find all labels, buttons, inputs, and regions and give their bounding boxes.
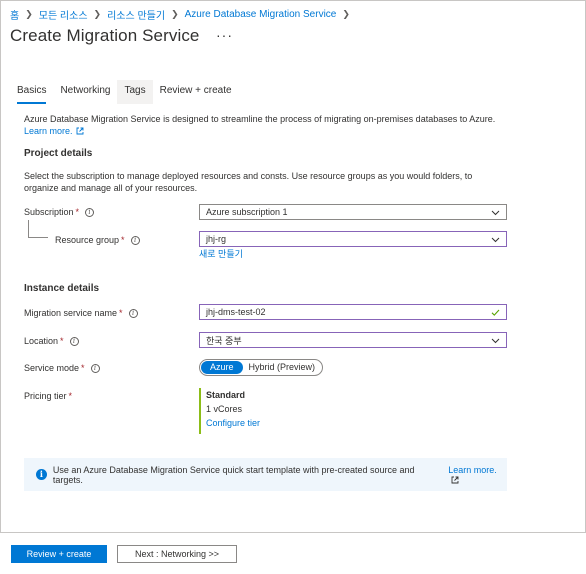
configure-tier-link[interactable]: Configure tier <box>206 416 260 430</box>
subscription-label: Subscription * i <box>24 207 95 217</box>
chevron-right-icon: ❯ <box>25 8 33 19</box>
external-link-icon <box>76 127 83 135</box>
chevron-right-icon: ❯ <box>342 8 350 19</box>
info-icon[interactable]: i <box>90 363 100 373</box>
tab-basics[interactable]: Basics <box>10 80 53 104</box>
subscription-label-text: Subscription <box>24 207 74 217</box>
required-mark: * <box>68 391 73 401</box>
intro-text: Azure Database Migration Service is desi… <box>24 113 514 137</box>
required-mark: * <box>60 336 64 346</box>
service-mode-hybrid[interactable]: Hybrid (Preview) <box>243 361 322 374</box>
location-label: Location * i <box>24 336 79 346</box>
intro-learn-more-label: Learn more. <box>24 126 73 136</box>
external-link-icon <box>451 476 459 483</box>
intro-learn-more-link[interactable]: Learn more. <box>24 126 84 136</box>
tab-networking[interactable]: Networking <box>53 80 117 104</box>
required-mark: * <box>119 308 123 318</box>
tab-tags[interactable]: Tags <box>117 80 153 104</box>
project-details-heading: Project details <box>24 148 93 159</box>
service-mode-label-text: Service mode <box>24 363 80 373</box>
info-icon[interactable]: i <box>128 308 138 318</box>
resource-group-dropdown[interactable]: jhj-rg <box>199 231 507 247</box>
project-details-description: Select the subscription to manage deploy… <box>24 171 473 193</box>
location-dropdown[interactable]: 한국 중부 <box>199 332 507 348</box>
tab-review-create[interactable]: Review + create <box>153 80 239 104</box>
required-mark: * <box>121 235 125 245</box>
pricing-tier-label-text: Pricing tier <box>24 391 67 401</box>
subscription-value: Azure subscription 1 <box>206 207 288 217</box>
chevron-down-icon <box>491 338 500 343</box>
breadcrumb-create-resource[interactable]: 리소스 만들기 <box>107 7 165 22</box>
banner-learn-more-label: Learn more. <box>448 464 497 475</box>
service-mode-azure[interactable]: Azure <box>201 361 243 374</box>
tree-connector <box>28 220 48 238</box>
breadcrumb-dms[interactable]: Azure Database Migration Service <box>185 9 337 20</box>
info-icon[interactable]: i <box>69 336 79 346</box>
pricing-tier-cores: 1 vCores <box>206 404 243 414</box>
resource-group-value: jhj-rg <box>206 234 227 244</box>
service-name-input[interactable]: jhj-dms-test-02 <box>199 304 507 320</box>
service-mode-label: Service mode * i <box>24 363 100 373</box>
check-icon <box>491 309 500 316</box>
pricing-tier-label: Pricing tier * <box>24 391 72 401</box>
page-title: Create Migration Service <box>10 26 200 45</box>
service-name-value: jhj-dms-test-02 <box>206 307 266 317</box>
chevron-right-icon: ❯ <box>171 8 179 19</box>
banner-text: Use an Azure Database Migration Service … <box>52 464 415 485</box>
subscription-dropdown[interactable]: Azure subscription 1 <box>199 204 507 220</box>
required-mark: * <box>75 207 80 217</box>
more-options-button[interactable]: ··· <box>216 27 233 43</box>
info-banner: i Use an Azure Database Migration Servic… <box>24 458 507 491</box>
next-networking-button[interactable]: Next : Networking >> <box>117 545 237 563</box>
chevron-down-icon <box>491 210 500 215</box>
instance-details-heading: Instance details <box>24 283 100 294</box>
tab-bar: Basics Networking Tags Review + create <box>10 80 239 104</box>
service-mode-toggle: Azure Hybrid (Preview) <box>199 359 324 376</box>
info-icon[interactable]: i <box>85 207 95 217</box>
required-mark: * <box>81 363 85 373</box>
breadcrumb: 홈 ❯ 모든 리소스 ❯ 리소스 만들기 ❯ Azure Database Mi… <box>10 7 356 22</box>
chevron-right-icon: ❯ <box>93 8 102 19</box>
resource-group-label-text: Resource group <box>55 235 120 245</box>
banner-learn-more-link[interactable]: Learn more. <box>448 465 507 485</box>
info-icon[interactable]: i <box>130 235 140 245</box>
pricing-tier-card: Standard 1 vCores Configure tier <box>199 388 260 434</box>
service-name-label: Migration service name * i <box>24 308 138 318</box>
location-label-text: Location <box>24 336 59 346</box>
intro-description: Azure Database Migration Service is desi… <box>24 114 496 124</box>
breadcrumb-home[interactable]: 홈 <box>10 7 19 22</box>
chevron-down-icon <box>491 237 500 242</box>
create-new-link[interactable]: 새로 만들기 <box>199 248 243 260</box>
service-name-label-text: Migration service name <box>24 308 118 318</box>
info-filled-icon: i <box>36 469 47 480</box>
location-value: 한국 중부 <box>206 335 242 346</box>
pricing-tier-name: Standard <box>206 390 246 400</box>
breadcrumb-all-resources[interactable]: 모든 리소스 <box>39 7 88 22</box>
resource-group-label: Resource group * i <box>55 235 140 245</box>
review-create-button[interactable]: Review + create <box>11 545 107 563</box>
